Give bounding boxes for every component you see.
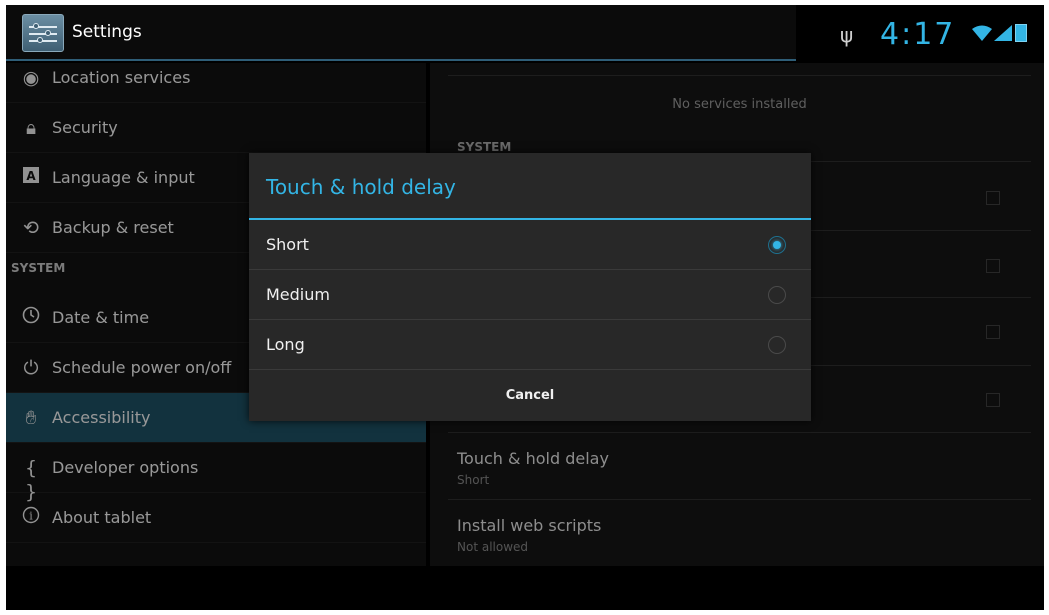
setting-checkbox[interactable]: [986, 259, 1000, 273]
sidebar-item-label: Schedule power on/off: [52, 358, 232, 377]
status-bar: ψ 4:17: [796, 5, 1044, 61]
svg-text:i: i: [29, 510, 33, 523]
sidebar-item-developer-options[interactable]: { } Developer options: [6, 443, 426, 503]
setting-checkbox[interactable]: [986, 325, 1000, 339]
wifi-icon: [972, 25, 992, 41]
backup-icon: ⟲: [23, 217, 39, 239]
dialog-title: Touch & hold delay: [266, 175, 456, 199]
power-schedule-icon: ⏻: [23, 357, 39, 379]
option-long[interactable]: Long: [249, 320, 811, 370]
section-header-system: SYSTEM: [457, 140, 512, 154]
battery-charging-icon: [1015, 24, 1027, 42]
sidebar-item-label: Date & time: [52, 308, 150, 327]
setting-title: Install web scripts: [457, 516, 602, 535]
location-icon: ◉: [22, 67, 40, 89]
divider: [448, 75, 1031, 76]
sidebar-item-security[interactable]: 🔒︎ Security: [6, 103, 426, 153]
keyboard-a-icon: A: [19, 166, 43, 190]
cancel-button[interactable]: Cancel: [249, 371, 811, 421]
app-title: Settings: [72, 22, 142, 42]
setting-summary: Not allowed: [457, 540, 529, 554]
sidebar-item-label: Backup & reset: [52, 218, 174, 237]
setting-title: Touch & hold delay: [457, 449, 609, 468]
clock-icon: [19, 306, 43, 330]
signal-icon: [994, 25, 1012, 41]
hand-icon: ✋︎: [25, 407, 37, 429]
lock-icon: 🔒︎: [25, 117, 37, 139]
option-label: Long: [266, 335, 305, 354]
divider: [448, 432, 1031, 433]
setting-summary: Short: [457, 473, 490, 487]
status-clock: 4:17: [880, 17, 956, 52]
sidebar-item-about-tablet[interactable]: i About tablet: [6, 493, 426, 543]
tablet-screen: Settings ψ 4:17 ◉ Location services 🔒︎ S…: [6, 5, 1044, 610]
navigation-bar: [6, 566, 1044, 610]
option-medium[interactable]: Medium: [249, 270, 811, 320]
info-icon: i: [19, 506, 43, 530]
setting-checkbox[interactable]: [986, 191, 1000, 205]
svg-text:A: A: [26, 169, 36, 183]
sidebar-item-label: Security: [52, 118, 118, 137]
sidebar-item-label: Location services: [52, 68, 191, 87]
radio-button-checked[interactable]: [768, 236, 786, 254]
sidebar-item-label: Accessibility: [52, 408, 151, 427]
touch-hold-delay-dialog: Touch & hold delay Short Medium Long Can…: [249, 153, 811, 421]
option-short[interactable]: Short: [249, 220, 811, 270]
sidebar-item-label: Developer options: [52, 458, 199, 477]
usb-icon: ψ: [840, 23, 854, 47]
divider: [448, 499, 1031, 500]
radio-button[interactable]: [768, 336, 786, 354]
option-label: Medium: [266, 285, 330, 304]
radio-button[interactable]: [768, 286, 786, 304]
braces-icon: { }: [24, 457, 38, 503]
sidebar-item-location-services[interactable]: ◉ Location services: [6, 53, 426, 103]
setting-checkbox[interactable]: [986, 393, 1000, 407]
settings-sliders-icon[interactable]: [22, 14, 64, 52]
sidebar-item-label: Language & input: [52, 168, 195, 187]
no-services-text: No services installed: [672, 97, 807, 112]
sidebar-item-label: About tablet: [52, 508, 152, 527]
option-label: Short: [266, 235, 309, 254]
